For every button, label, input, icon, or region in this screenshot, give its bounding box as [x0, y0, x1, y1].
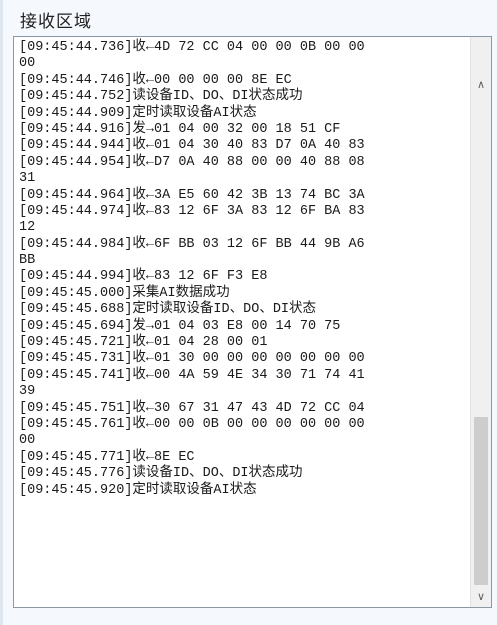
chevron-down-icon[interactable]: ∨	[471, 587, 491, 607]
log-line: [09:45:45.741]收←00 4A 59 4E 34 30 71 74 …	[19, 367, 365, 383]
log-line: 00	[19, 433, 36, 449]
receive-area-panel: 接收区域 [09:45:44.736]收←4D 72 CC 04 00 00 0…	[0, 0, 497, 625]
log-line: [09:45:45.688]定时读取设备ID、DO、DI状态	[19, 302, 317, 318]
chevron-up-icon[interactable]: ∧	[471, 75, 491, 95]
log-line: [09:45:44.984]收←6F BB 03 12 6F BB 44 9B …	[19, 236, 365, 252]
log-line: 12	[19, 220, 36, 236]
vertical-scrollbar[interactable]: ∧ ∨	[470, 37, 491, 607]
log-line: [09:45:45.751]收←30 67 31 47 43 4D 72 CC …	[19, 400, 365, 416]
log-lines: [09:45:44.736]收←4D 72 CC 04 00 00 0B 00 …	[19, 40, 467, 499]
log-line: [09:45:44.964]收←3A E5 60 42 3B 13 74 BC …	[19, 187, 365, 203]
log-line: [09:45:45.776]读设备ID、DO、DI状态成功	[19, 466, 303, 482]
window-edge	[0, 0, 3, 625]
log-line: [09:45:45.920]定时读取设备AI状态	[19, 482, 257, 498]
log-line: [09:45:44.736]收←4D 72 CC 04 00 00 0B 00 …	[19, 40, 365, 55]
log-line: [09:45:45.731]收←01 30 00 00 00 00 00 00 …	[19, 351, 365, 367]
log-line: [09:45:45.721]收←01 04 28 00 01	[19, 335, 268, 351]
log-line: 31	[19, 171, 36, 187]
group-title: 接收区域	[20, 12, 92, 32]
log-line: BB	[19, 253, 36, 269]
log-line: [09:45:45.761]收←00 00 0B 00 00 00 00 00 …	[19, 416, 365, 432]
log-line: [09:45:45.771]收←8E EC	[19, 449, 195, 465]
log-line: 39	[19, 384, 36, 400]
log-line: [09:45:44.994]收←83 12 6F F3 E8	[19, 269, 268, 285]
log-line: [09:45:45.000]采集AI数据成功	[19, 285, 230, 301]
log-line: [09:45:44.916]发→01 04 00 32 00 18 51 CF	[19, 121, 341, 137]
log-line: 00	[19, 56, 36, 72]
log-line: [09:45:45.694]发→01 04 03 E8 00 14 70 75	[19, 318, 341, 334]
log-line: [09:45:44.909]定时读取设备AI状态	[19, 105, 257, 121]
log-line: [09:45:44.752]读设备ID、DO、DI状态成功	[19, 89, 303, 105]
log-line: [09:45:44.954]收←D7 0A 40 88 00 00 40 88 …	[19, 154, 365, 170]
receive-log-textbox[interactable]: [09:45:44.736]收←4D 72 CC 04 00 00 0B 00 …	[13, 36, 492, 608]
log-line: [09:45:44.974]收←83 12 6F 3A 83 12 6F BA …	[19, 203, 365, 219]
log-line: [09:45:44.746]收←00 00 00 00 8E EC	[19, 72, 292, 88]
scrollbar-thumb[interactable]	[474, 417, 488, 585]
log-line: [09:45:44.944]收←01 04 30 40 83 D7 0A 40 …	[19, 138, 365, 154]
